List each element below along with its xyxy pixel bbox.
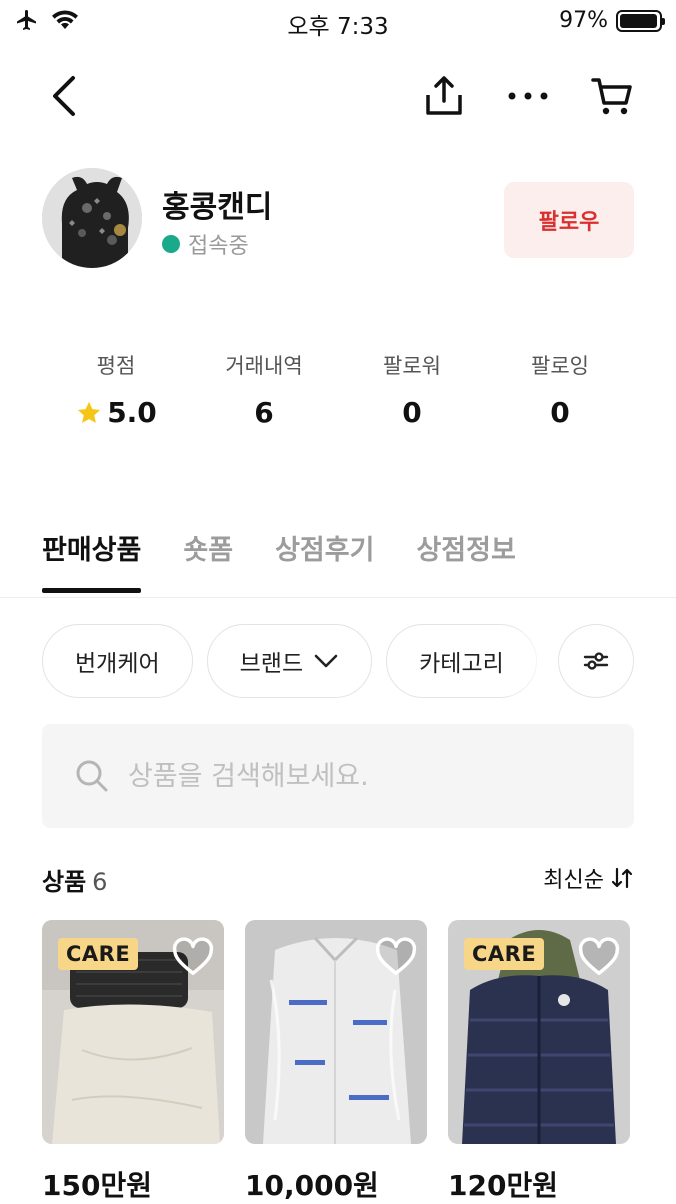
search-icon (76, 760, 108, 792)
heart-icon[interactable] (576, 934, 622, 980)
tab-shop-info[interactable]: 상점정보 (416, 528, 515, 593)
back-button[interactable] (38, 70, 90, 122)
stat-label: 평점 (96, 354, 136, 378)
heart-icon[interactable] (373, 934, 419, 980)
avatar-image (42, 168, 142, 268)
stat-transactions[interactable]: 거래내역 6 (190, 350, 338, 429)
cart-button[interactable] (586, 70, 638, 122)
stat-label: 거래내역 (225, 354, 303, 378)
search-input[interactable] (128, 760, 588, 792)
stat-following[interactable]: 팔로잉 0 (486, 350, 634, 429)
chip-label: 브랜드 (239, 651, 304, 677)
product-image (245, 920, 427, 1144)
shop-profile: 홍콩캔디 접속중 팔로우 (42, 168, 634, 270)
product-card[interactable]: CARE 150만원 (42, 920, 224, 1204)
stat-label: 팔로잉 (531, 354, 589, 378)
chips-fade (500, 624, 560, 700)
product-grid: CARE 150만원 10,000원 CARE 120만원 (42, 920, 634, 1204)
tab-shortform[interactable]: 숏폼 (183, 528, 233, 593)
tab-divider (0, 597, 676, 598)
care-badge: CARE (464, 938, 545, 970)
stat-rating[interactable]: 평점 5.0 (42, 350, 190, 429)
avatar[interactable] (42, 168, 142, 268)
product-price: 150만원 (42, 1169, 152, 1202)
stat-value: 5.0 (107, 396, 157, 429)
battery-percent: 97% (559, 8, 608, 33)
shop-tabs: 판매상품 숏폼 상점후기 상점정보 (42, 528, 516, 593)
more-button[interactable] (502, 70, 554, 122)
top-nav (0, 60, 676, 132)
product-image: CARE (42, 920, 224, 1144)
products-count: 6 (92, 868, 108, 896)
cart-icon (591, 78, 632, 115)
online-status-label: 접속중 (188, 234, 249, 259)
status-bar: 오후 7:33 97% (0, 0, 676, 44)
care-badge: CARE (58, 938, 139, 970)
sort-label: 최신순 (543, 868, 604, 893)
chip-label: 번개케어 (75, 651, 160, 677)
product-search (42, 724, 634, 828)
filter-settings-button[interactable] (558, 624, 634, 698)
sliders-icon (583, 652, 609, 670)
more-icon (508, 92, 548, 100)
chip-label: 카테고리 (419, 651, 504, 677)
product-card[interactable]: CARE 120만원 (448, 920, 630, 1204)
stat-label: 팔로워 (383, 354, 441, 378)
filter-chip-brand[interactable]: 브랜드 (206, 624, 373, 698)
stat-value: 6 (254, 396, 274, 429)
shop-name: 홍콩캔디 (162, 190, 273, 225)
products-header: 상품 6 최신순 (42, 862, 634, 897)
online-dot-icon (162, 235, 180, 253)
shop-stats: 평점 5.0 거래내역 6 팔로워 0 팔로잉 0 (42, 350, 634, 429)
product-price: 10,000원 (245, 1169, 379, 1202)
battery-fill (620, 13, 657, 28)
sort-button[interactable]: 최신순 (543, 862, 634, 894)
stat-followers[interactable]: 팔로워 0 (338, 350, 486, 429)
stat-value: 0 (550, 396, 570, 429)
stat-value: 0 (402, 396, 422, 429)
products-title-label: 상품 (42, 868, 87, 896)
products-title: 상품 6 (42, 862, 107, 897)
online-status: 접속중 (162, 228, 249, 260)
tab-products[interactable]: 판매상품 (42, 528, 142, 593)
battery-icon (616, 9, 665, 32)
share-icon (426, 76, 462, 115)
follow-button[interactable]: 팔로우 (504, 182, 634, 258)
product-price: 120만원 (448, 1169, 558, 1202)
sort-arrows-icon (611, 867, 633, 889)
star-icon (78, 401, 101, 423)
tab-reviews[interactable]: 상점후기 (275, 528, 374, 593)
heart-icon[interactable] (170, 934, 216, 980)
product-card[interactable]: 10,000원 (245, 920, 427, 1204)
share-button[interactable] (418, 70, 470, 122)
chevron-down-icon (314, 654, 338, 668)
product-image: CARE (448, 920, 630, 1144)
filter-chip-care[interactable]: 번개케어 (42, 624, 193, 698)
back-icon (53, 76, 75, 116)
